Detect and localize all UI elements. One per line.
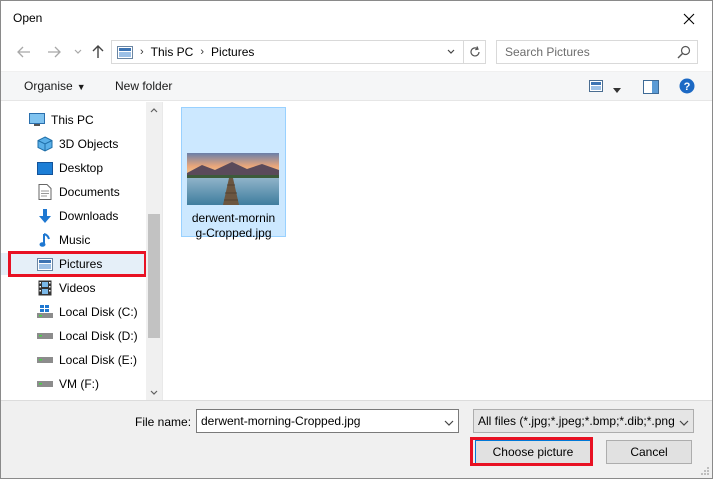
forward-arrow-icon [48, 46, 61, 58]
nav-item-this-pc[interactable]: This PC [1, 109, 146, 131]
breadcrumb-pictures[interactable]: Pictures [211, 45, 254, 59]
file-type-filter-select[interactable]: All files (*.jpg;*.jpeg;*.bmp;*.dib;*.pn… [473, 409, 694, 433]
preview-pane-icon [643, 80, 659, 94]
file-item[interactable]: derwent-mornin g-Cropped.jpg [181, 107, 286, 240]
close-button[interactable] [666, 1, 712, 37]
nav-item-desktop[interactable]: Desktop [1, 157, 146, 179]
scroll-down-button[interactable] [146, 384, 162, 400]
nav-item-music[interactable]: Music [1, 229, 146, 251]
choose-picture-highlight-box [470, 437, 593, 466]
nav-item-label: Local Disk (D:) [59, 329, 138, 343]
nav-item-local-disk-c[interactable]: Local Disk (C:) [1, 301, 146, 323]
dialog-footer: File name: All files (*.jpg;*.jpeg;*.bmp… [1, 400, 712, 478]
nav-pane-scrollbar[interactable] [146, 102, 162, 400]
address-dropdown[interactable] [447, 46, 455, 58]
caret-down-icon: ▼ [76, 82, 86, 92]
download-arrow-icon [37, 208, 53, 224]
nav-item-local-disk-d[interactable]: Local Disk (D:) [1, 325, 146, 347]
file-name-input[interactable] [197, 410, 437, 432]
desktop-icon [37, 160, 53, 176]
drive-icon [37, 328, 53, 344]
scroll-up-button[interactable] [146, 102, 162, 118]
nav-item-label: Local Disk (C:) [59, 305, 138, 319]
nav-item-label: Local Disk (E:) [59, 353, 138, 367]
nav-item-label: VM (F:) [59, 377, 99, 391]
nav-item-vm-f[interactable]: VM (F:) [1, 373, 146, 395]
file-type-filter-value: All files (*.jpg;*.jpeg;*.bmp;*.dib;*.pn… [478, 414, 674, 428]
navigation-row: › This PC › Pictures [1, 37, 712, 67]
organise-menu-button[interactable]: Organise ▼ [24, 79, 86, 93]
nav-item-videos[interactable]: Videos [1, 277, 146, 299]
document-icon [37, 184, 53, 200]
file-name-label: derwent-mornin g-Cropped.jpg [191, 211, 276, 240]
open-dialog: Open › This PC › Pictures Search Picture… [0, 0, 713, 479]
back-button[interactable] [13, 41, 35, 63]
caret-down-icon [613, 88, 621, 93]
organise-label: Organise [24, 79, 73, 93]
chevron-down-icon [74, 49, 82, 54]
nav-item-label: Videos [59, 281, 96, 295]
nav-item-label: This PC [51, 113, 94, 127]
drive-icon [37, 352, 53, 368]
view-dropdown-button[interactable] [613, 82, 621, 96]
svg-text:?: ? [684, 81, 691, 93]
refresh-icon [469, 46, 480, 57]
folder-location-icon [117, 45, 133, 59]
close-icon [683, 13, 695, 25]
nav-item-label: Music [59, 233, 91, 247]
title-bar: Open [1, 1, 712, 37]
pictures-highlight-box [8, 251, 147, 277]
back-arrow-icon [17, 46, 30, 58]
chevron-up-icon [150, 107, 158, 112]
refresh-button[interactable] [463, 41, 485, 63]
search-box[interactable] [496, 40, 698, 64]
command-bar: Organise ▼ New folder ? [1, 71, 712, 101]
forward-button[interactable] [43, 41, 65, 63]
file-name-combobox[interactable] [196, 409, 459, 433]
nav-item-label: Downloads [59, 209, 119, 223]
view-icon [589, 80, 603, 92]
nav-item-label: Documents [59, 185, 120, 199]
search-icon [677, 45, 691, 62]
recent-locations-button[interactable] [67, 41, 89, 63]
file-name-field-label: File name: [135, 415, 192, 429]
navigation-pane: This PC 3D Objects Desktop Documents Dow… [1, 102, 163, 400]
computer-icon [29, 112, 45, 128]
nav-item-3d-objects[interactable]: 3D Objects [1, 133, 146, 155]
nav-item-label: 3D Objects [59, 137, 119, 151]
file-list-area[interactable]: derwent-mornin g-Cropped.jpg [164, 102, 712, 400]
window-title: Open [13, 11, 43, 25]
drive-icon [37, 376, 53, 392]
nav-item-downloads[interactable]: Downloads [1, 205, 146, 227]
view-options-button[interactable] [589, 80, 605, 95]
chevron-down-icon [679, 420, 689, 426]
up-arrow-icon [92, 45, 104, 58]
nav-item-local-disk-e[interactable]: Local Disk (E:) [1, 349, 146, 371]
preview-pane-button[interactable] [643, 80, 659, 97]
resize-grip-icon[interactable] [700, 466, 710, 476]
filter-dropdown-button[interactable] [679, 415, 689, 429]
chevron-down-icon [447, 49, 455, 54]
landscape-thumbnail [187, 153, 279, 205]
cube-icon [37, 136, 53, 152]
os-drive-icon [37, 304, 53, 320]
up-button[interactable] [87, 41, 109, 63]
help-icon: ? [679, 78, 695, 94]
new-folder-button[interactable]: New folder [115, 79, 172, 93]
nav-item-label: Desktop [59, 161, 104, 175]
nav-item-documents[interactable]: Documents [1, 181, 146, 203]
scroll-thumb[interactable] [148, 214, 160, 338]
film-icon [37, 280, 53, 296]
chevron-down-icon [444, 420, 454, 426]
file-name-dropdown-button[interactable] [444, 415, 454, 429]
breadcrumb-this-pc[interactable]: This PC [151, 45, 194, 59]
search-input[interactable] [497, 41, 673, 63]
address-bar[interactable]: › This PC › Pictures [111, 40, 486, 64]
help-button[interactable]: ? [679, 78, 695, 97]
cancel-button[interactable]: Cancel [606, 440, 692, 464]
music-note-icon [37, 232, 53, 248]
chevron-down-icon [150, 390, 158, 395]
